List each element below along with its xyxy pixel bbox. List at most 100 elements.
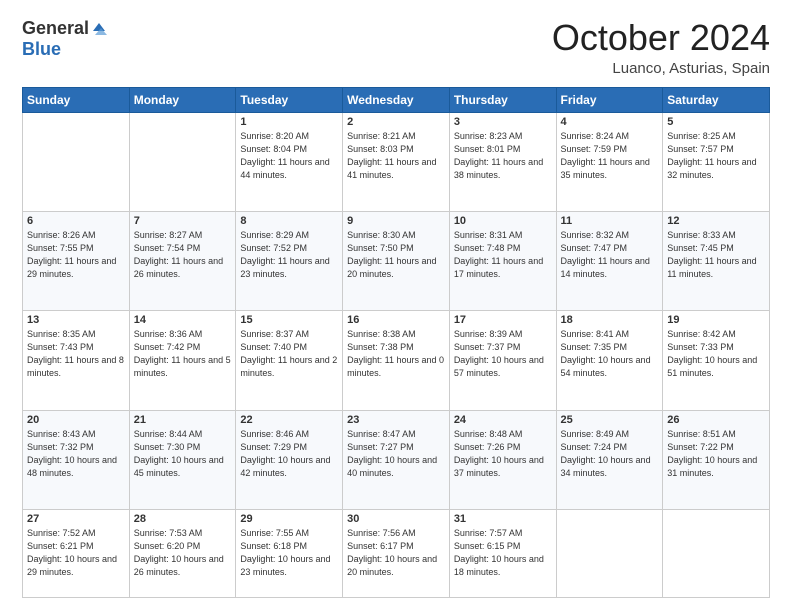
day-info: Sunrise: 8:36 AM Sunset: 7:42 PM Dayligh… [134, 328, 232, 380]
table-row [556, 509, 663, 597]
table-row: 4 Sunrise: 8:24 AM Sunset: 7:59 PM Dayli… [556, 112, 663, 211]
table-row: 30 Sunrise: 7:56 AM Sunset: 6:17 PM Dayl… [343, 509, 450, 597]
table-row: 27 Sunrise: 7:52 AM Sunset: 6:21 PM Dayl… [23, 509, 130, 597]
table-row [663, 509, 770, 597]
col-saturday: Saturday [663, 87, 770, 112]
day-number: 6 [27, 215, 125, 227]
day-info: Sunrise: 7:57 AM Sunset: 6:15 PM Dayligh… [454, 527, 552, 579]
day-info: Sunrise: 7:56 AM Sunset: 6:17 PM Dayligh… [347, 527, 445, 579]
day-info: Sunrise: 7:53 AM Sunset: 6:20 PM Dayligh… [134, 527, 232, 579]
day-number: 17 [454, 314, 552, 326]
table-row: 18 Sunrise: 8:41 AM Sunset: 7:35 PM Dayl… [556, 311, 663, 410]
table-row: 15 Sunrise: 8:37 AM Sunset: 7:40 PM Dayl… [236, 311, 343, 410]
day-number: 19 [667, 314, 765, 326]
location: Luanco, Asturias, Spain [552, 60, 770, 77]
table-row: 9 Sunrise: 8:30 AM Sunset: 7:50 PM Dayli… [343, 211, 450, 310]
day-info: Sunrise: 8:24 AM Sunset: 7:59 PM Dayligh… [561, 130, 659, 182]
table-row: 12 Sunrise: 8:33 AM Sunset: 7:45 PM Dayl… [663, 211, 770, 310]
day-info: Sunrise: 8:25 AM Sunset: 7:57 PM Dayligh… [667, 130, 765, 182]
col-wednesday: Wednesday [343, 87, 450, 112]
calendar-week-row: 1 Sunrise: 8:20 AM Sunset: 8:04 PM Dayli… [23, 112, 770, 211]
day-info: Sunrise: 8:21 AM Sunset: 8:03 PM Dayligh… [347, 130, 445, 182]
day-info: Sunrise: 8:47 AM Sunset: 7:27 PM Dayligh… [347, 428, 445, 480]
day-number: 8 [240, 215, 338, 227]
table-row: 16 Sunrise: 8:38 AM Sunset: 7:38 PM Dayl… [343, 311, 450, 410]
day-number: 12 [667, 215, 765, 227]
day-info: Sunrise: 8:31 AM Sunset: 7:48 PM Dayligh… [454, 229, 552, 281]
table-row: 13 Sunrise: 8:35 AM Sunset: 7:43 PM Dayl… [23, 311, 130, 410]
table-row: 17 Sunrise: 8:39 AM Sunset: 7:37 PM Dayl… [449, 311, 556, 410]
day-number: 11 [561, 215, 659, 227]
day-info: Sunrise: 8:23 AM Sunset: 8:01 PM Dayligh… [454, 130, 552, 182]
day-number: 30 [347, 513, 445, 525]
col-tuesday: Tuesday [236, 87, 343, 112]
day-info: Sunrise: 8:48 AM Sunset: 7:26 PM Dayligh… [454, 428, 552, 480]
day-info: Sunrise: 8:39 AM Sunset: 7:37 PM Dayligh… [454, 328, 552, 380]
day-number: 22 [240, 414, 338, 426]
calendar: Sunday Monday Tuesday Wednesday Thursday… [22, 87, 770, 598]
table-row: 3 Sunrise: 8:23 AM Sunset: 8:01 PM Dayli… [449, 112, 556, 211]
calendar-week-row: 20 Sunrise: 8:43 AM Sunset: 7:32 PM Dayl… [23, 410, 770, 509]
day-number: 7 [134, 215, 232, 227]
day-number: 21 [134, 414, 232, 426]
logo-blue: Blue [22, 39, 61, 60]
day-info: Sunrise: 8:27 AM Sunset: 7:54 PM Dayligh… [134, 229, 232, 281]
table-row: 5 Sunrise: 8:25 AM Sunset: 7:57 PM Dayli… [663, 112, 770, 211]
day-info: Sunrise: 8:41 AM Sunset: 7:35 PM Dayligh… [561, 328, 659, 380]
day-info: Sunrise: 8:42 AM Sunset: 7:33 PM Dayligh… [667, 328, 765, 380]
day-number: 25 [561, 414, 659, 426]
table-row: 14 Sunrise: 8:36 AM Sunset: 7:42 PM Dayl… [129, 311, 236, 410]
day-number: 10 [454, 215, 552, 227]
col-friday: Friday [556, 87, 663, 112]
day-info: Sunrise: 7:55 AM Sunset: 6:18 PM Dayligh… [240, 527, 338, 579]
day-info: Sunrise: 8:29 AM Sunset: 7:52 PM Dayligh… [240, 229, 338, 281]
page: General Blue October 2024 Luanco, Asturi… [0, 0, 792, 612]
col-thursday: Thursday [449, 87, 556, 112]
table-row: 21 Sunrise: 8:44 AM Sunset: 7:30 PM Dayl… [129, 410, 236, 509]
logo: General Blue [22, 18, 107, 60]
day-info: Sunrise: 8:32 AM Sunset: 7:47 PM Dayligh… [561, 229, 659, 281]
table-row: 26 Sunrise: 8:51 AM Sunset: 7:22 PM Dayl… [663, 410, 770, 509]
day-info: Sunrise: 8:44 AM Sunset: 7:30 PM Dayligh… [134, 428, 232, 480]
table-row: 10 Sunrise: 8:31 AM Sunset: 7:48 PM Dayl… [449, 211, 556, 310]
day-info: Sunrise: 8:35 AM Sunset: 7:43 PM Dayligh… [27, 328, 125, 380]
day-info: Sunrise: 8:46 AM Sunset: 7:29 PM Dayligh… [240, 428, 338, 480]
day-number: 31 [454, 513, 552, 525]
day-number: 29 [240, 513, 338, 525]
day-number: 14 [134, 314, 232, 326]
day-number: 15 [240, 314, 338, 326]
table-row [23, 112, 130, 211]
table-row: 25 Sunrise: 8:49 AM Sunset: 7:24 PM Dayl… [556, 410, 663, 509]
table-row [129, 112, 236, 211]
title-block: October 2024 Luanco, Asturias, Spain [552, 18, 770, 77]
day-info: Sunrise: 8:51 AM Sunset: 7:22 PM Dayligh… [667, 428, 765, 480]
table-row: 22 Sunrise: 8:46 AM Sunset: 7:29 PM Dayl… [236, 410, 343, 509]
table-row: 29 Sunrise: 7:55 AM Sunset: 6:18 PM Dayl… [236, 509, 343, 597]
table-row: 24 Sunrise: 8:48 AM Sunset: 7:26 PM Dayl… [449, 410, 556, 509]
day-number: 9 [347, 215, 445, 227]
day-info: Sunrise: 8:20 AM Sunset: 8:04 PM Dayligh… [240, 130, 338, 182]
day-info: Sunrise: 8:38 AM Sunset: 7:38 PM Dayligh… [347, 328, 445, 380]
calendar-week-row: 6 Sunrise: 8:26 AM Sunset: 7:55 PM Dayli… [23, 211, 770, 310]
table-row: 20 Sunrise: 8:43 AM Sunset: 7:32 PM Dayl… [23, 410, 130, 509]
day-info: Sunrise: 8:37 AM Sunset: 7:40 PM Dayligh… [240, 328, 338, 380]
day-number: 27 [27, 513, 125, 525]
table-row: 28 Sunrise: 7:53 AM Sunset: 6:20 PM Dayl… [129, 509, 236, 597]
col-sunday: Sunday [23, 87, 130, 112]
calendar-week-row: 27 Sunrise: 7:52 AM Sunset: 6:21 PM Dayl… [23, 509, 770, 597]
table-row: 1 Sunrise: 8:20 AM Sunset: 8:04 PM Dayli… [236, 112, 343, 211]
day-number: 24 [454, 414, 552, 426]
day-number: 16 [347, 314, 445, 326]
table-row: 2 Sunrise: 8:21 AM Sunset: 8:03 PM Dayli… [343, 112, 450, 211]
day-number: 1 [240, 116, 338, 128]
header: General Blue October 2024 Luanco, Asturi… [22, 18, 770, 77]
day-number: 5 [667, 116, 765, 128]
day-info: Sunrise: 7:52 AM Sunset: 6:21 PM Dayligh… [27, 527, 125, 579]
day-info: Sunrise: 8:30 AM Sunset: 7:50 PM Dayligh… [347, 229, 445, 281]
day-number: 26 [667, 414, 765, 426]
table-row: 31 Sunrise: 7:57 AM Sunset: 6:15 PM Dayl… [449, 509, 556, 597]
table-row: 8 Sunrise: 8:29 AM Sunset: 7:52 PM Dayli… [236, 211, 343, 310]
day-number: 28 [134, 513, 232, 525]
table-row: 19 Sunrise: 8:42 AM Sunset: 7:33 PM Dayl… [663, 311, 770, 410]
day-info: Sunrise: 8:43 AM Sunset: 7:32 PM Dayligh… [27, 428, 125, 480]
